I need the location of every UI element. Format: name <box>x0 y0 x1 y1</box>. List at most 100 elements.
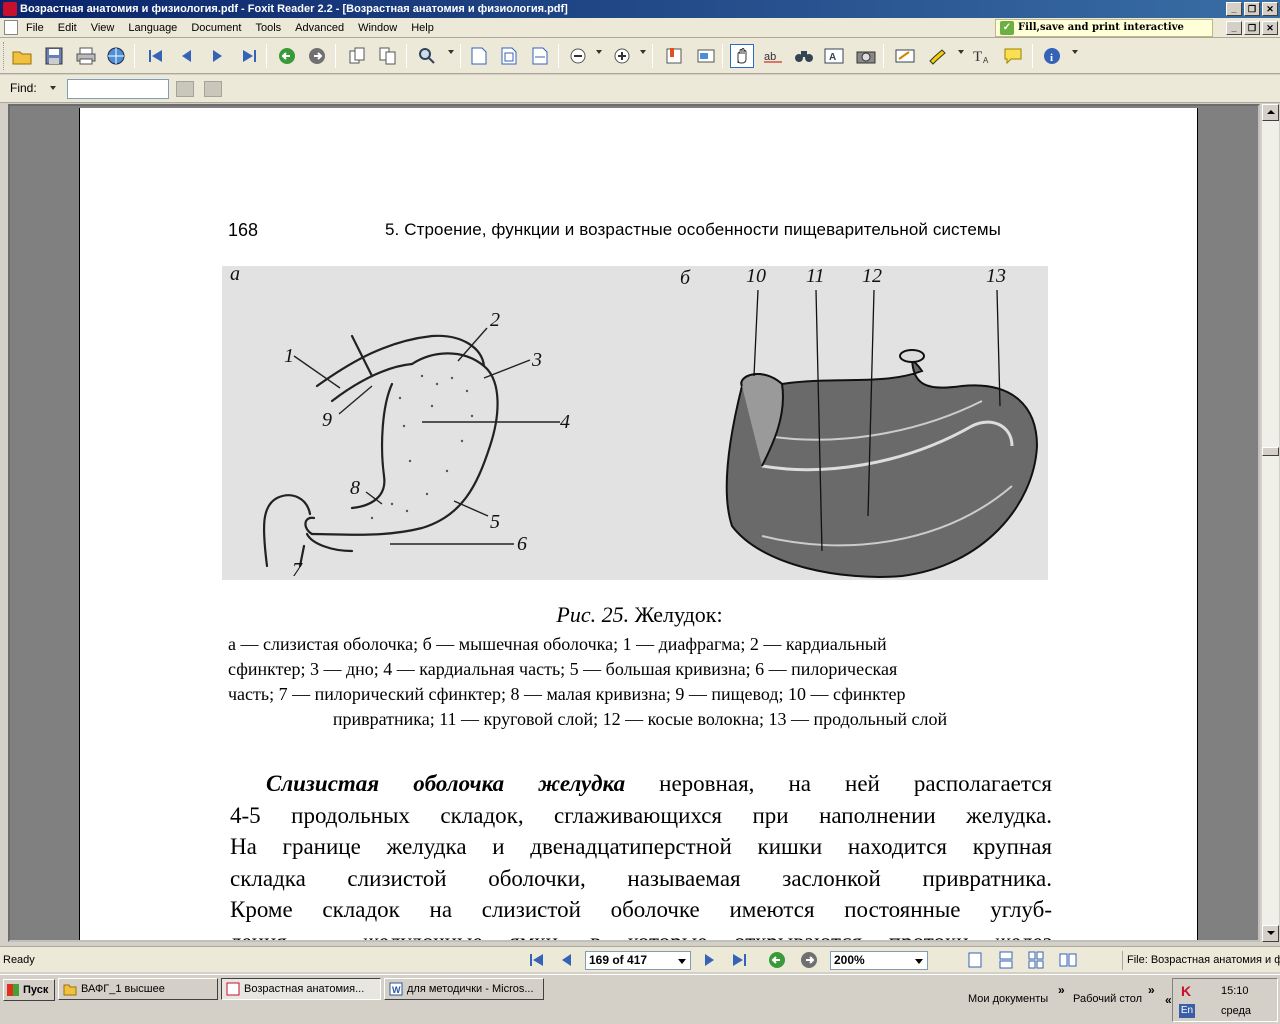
status-last-page-button[interactable] <box>730 951 748 969</box>
menu-edit[interactable]: Edit <box>58 18 77 38</box>
fill-forms-banner[interactable]: ✓ Fill,save and print interactive forms! <box>995 19 1213 49</box>
menu-advanced[interactable]: Advanced <box>295 18 344 38</box>
select-text-button[interactable]: ab <box>761 44 785 68</box>
chevron-right-icon[interactable]: » <box>1058 983 1065 997</box>
highlight-dropdown-arrow[interactable] <box>958 50 964 54</box>
rotate-left-button[interactable] <box>345 44 369 68</box>
menu-document[interactable]: Document <box>191 18 241 38</box>
back-button[interactable] <box>275 44 299 68</box>
menu-file[interactable]: File <box>26 18 44 38</box>
status-forward-button[interactable] <box>800 951 818 969</box>
zoom-out-dropdown-arrow[interactable] <box>596 50 602 54</box>
highlight-tool-button[interactable] <box>925 44 949 68</box>
clock[interactable]: 15:10 <box>1221 985 1249 997</box>
first-page-button[interactable] <box>144 44 168 68</box>
continuous-facing-view-button[interactable] <box>1059 951 1077 969</box>
figure-label-1: 1 <box>284 345 294 367</box>
zoom-in-dropdown-arrow[interactable] <box>640 50 646 54</box>
fit-width-button[interactable] <box>528 44 552 68</box>
left-panel-strip[interactable] <box>0 104 8 942</box>
snapshot-button[interactable] <box>854 44 878 68</box>
email-button[interactable] <box>104 44 128 68</box>
legend-line: сфинктер; 3 — дно; 4 — кардиальная часть… <box>228 659 898 679</box>
figure-label-8: 8 <box>350 477 360 499</box>
print-button[interactable] <box>74 44 98 68</box>
status-first-page-button[interactable] <box>528 951 546 969</box>
actual-size-button[interactable] <box>467 44 491 68</box>
next-page-button[interactable] <box>205 44 229 68</box>
antivirus-icon[interactable]: K <box>1181 983 1191 999</box>
forward-button[interactable] <box>305 44 329 68</box>
find-button[interactable] <box>792 44 816 68</box>
zoom-dropdown-arrow[interactable] <box>448 50 454 54</box>
scroll-up-button[interactable] <box>1262 104 1279 121</box>
document-icon[interactable] <box>4 20 18 35</box>
note-tool-button[interactable] <box>893 44 917 68</box>
menu-language[interactable]: Language <box>128 18 177 38</box>
single-page-icon <box>968 952 982 968</box>
restore-button[interactable]: ❐ <box>1244 2 1260 16</box>
about-dropdown-arrow[interactable] <box>1072 50 1078 54</box>
thumbnails-button[interactable] <box>694 44 718 68</box>
menu-window[interactable]: Window <box>358 18 397 38</box>
doc-minimize-button[interactable]: _ <box>1226 21 1242 35</box>
chevron-right-icon[interactable]: » <box>1148 983 1155 997</box>
status-previous-page-button[interactable] <box>558 951 576 969</box>
find-next-button[interactable] <box>204 81 222 97</box>
facing-view-button[interactable] <box>1028 951 1046 969</box>
figure-label-4: 4 <box>560 411 570 433</box>
find-previous-button[interactable] <box>176 81 194 97</box>
chevron-left-icon[interactable]: « <box>1165 993 1172 1007</box>
bookmarks-button[interactable] <box>662 44 686 68</box>
previous-page-button[interactable] <box>175 44 199 68</box>
zoom-in-tool-button[interactable] <box>415 44 439 68</box>
chevron-down-icon[interactable] <box>915 959 923 964</box>
menu-view[interactable]: View <box>91 18 115 38</box>
about-button[interactable]: i <box>1040 44 1064 68</box>
document-view[interactable]: 168 5. Строение, функции и возрастные ос… <box>8 104 1260 942</box>
page-number-field[interactable]: 169 of 417 <box>585 951 691 970</box>
task-folder-vafg[interactable]: ВАФГ_1 высшее <box>58 978 218 1000</box>
start-button[interactable]: Пуск <box>3 979 55 1001</box>
find-input[interactable] <box>67 79 169 99</box>
my-documents-link[interactable]: Мои документы <box>968 993 1048 1005</box>
doc-restore-button[interactable]: ❐ <box>1244 21 1260 35</box>
desktop-link[interactable]: Рабочий стол <box>1073 993 1142 1005</box>
task-word-document[interactable]: W для методички - Micros... <box>384 978 544 1000</box>
scroll-thumb[interactable] <box>1262 447 1279 456</box>
main-toolbar: ab A TA i <box>0 38 1280 74</box>
task-foxit-reader[interactable]: Возрастная анатомия... <box>221 978 381 1000</box>
language-indicator[interactable]: En <box>1179 1004 1195 1018</box>
vertical-scrollbar[interactable] <box>1262 104 1279 942</box>
save-button[interactable] <box>42 44 66 68</box>
zoom-in-button[interactable] <box>610 44 634 68</box>
text-tool-button[interactable]: TA <box>970 44 994 68</box>
open-button[interactable] <box>10 44 34 68</box>
hand-tool-button[interactable] <box>730 44 754 68</box>
svg-text:A: A <box>829 52 836 63</box>
doc-close-button[interactable]: ✕ <box>1262 21 1278 35</box>
single-page-view-button[interactable] <box>967 951 985 969</box>
chevron-down-icon[interactable] <box>678 959 686 964</box>
fit-page-button[interactable] <box>497 44 521 68</box>
menu-tools[interactable]: Tools <box>255 18 281 38</box>
status-back-button[interactable] <box>768 951 786 969</box>
previous-page-icon <box>562 954 571 966</box>
find-options-dropdown[interactable] <box>50 86 56 90</box>
foxit-app-icon[interactable] <box>3 2 17 16</box>
scroll-down-button[interactable] <box>1262 925 1279 942</box>
minimize-button[interactable]: _ <box>1226 2 1242 16</box>
window-title: Возрастная анатомия и физиология.pdf - F… <box>20 3 568 15</box>
page-indicator: 169 of 417 <box>589 953 648 967</box>
comment-button[interactable] <box>1001 44 1025 68</box>
zoom-select[interactable]: 200% <box>830 951 928 970</box>
last-page-button[interactable] <box>237 44 261 68</box>
continuous-view-button[interactable] <box>998 951 1016 969</box>
toolbar-grip[interactable] <box>3 42 6 70</box>
close-button[interactable]: ✕ <box>1262 2 1278 16</box>
typewriter-button[interactable]: A <box>822 44 846 68</box>
menu-help[interactable]: Help <box>411 18 434 38</box>
rotate-right-button[interactable] <box>376 44 400 68</box>
status-next-page-button[interactable] <box>700 951 718 969</box>
zoom-out-button[interactable] <box>566 44 590 68</box>
